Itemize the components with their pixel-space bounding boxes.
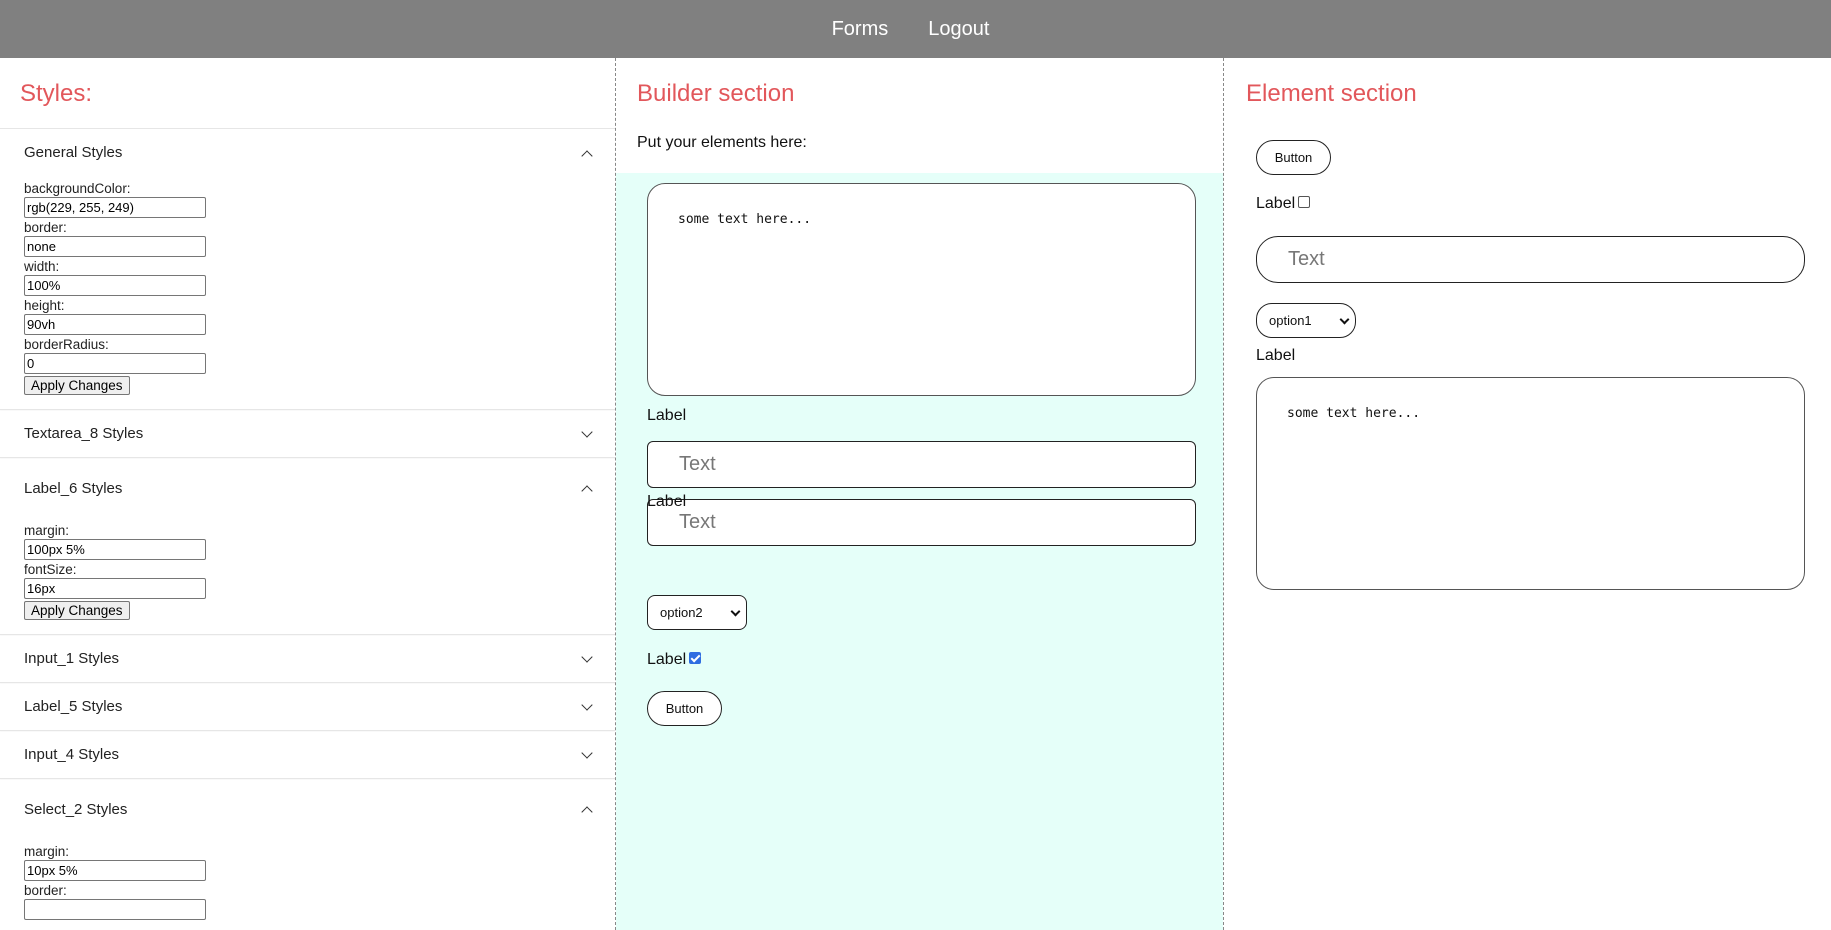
accordion-header-general[interactable]: General Styles bbox=[0, 129, 615, 176]
field-label-border: border: bbox=[24, 883, 67, 898]
width-input[interactable] bbox=[24, 275, 206, 296]
element-panel: Element section Button Label Text option… bbox=[1225, 58, 1831, 930]
chevron-up-icon bbox=[580, 481, 594, 495]
builder-checkbox-label: Label bbox=[647, 651, 687, 668]
accordion-general-styles: General Styles backgroundColor: border: … bbox=[0, 128, 615, 409]
select-value: option1 bbox=[1269, 313, 1312, 328]
element-checkbox-label: Label bbox=[1256, 195, 1296, 212]
border-radius-input[interactable] bbox=[24, 353, 206, 374]
builder-title: Builder section bbox=[637, 80, 795, 107]
accordion-header-select2[interactable]: Select_2 Styles bbox=[0, 779, 615, 839]
chevron-down-icon bbox=[580, 652, 594, 666]
border-input[interactable] bbox=[24, 236, 206, 257]
field-label-border-radius: borderRadius: bbox=[24, 337, 109, 352]
builder-label-a: Label bbox=[647, 407, 687, 424]
field-label-font-size: fontSize: bbox=[24, 562, 77, 577]
element-label: Label bbox=[1256, 347, 1296, 364]
element-checkbox[interactable] bbox=[1298, 195, 1311, 208]
field-label-width: width: bbox=[24, 259, 60, 274]
accordion-body-general: backgroundColor: border: width: height: … bbox=[0, 176, 615, 409]
element-text-input[interactable]: Text bbox=[1256, 236, 1805, 283]
accordion-label5-styles: Label_5 Styles bbox=[0, 682, 615, 730]
background-color-input[interactable] bbox=[24, 197, 206, 218]
styles-title: Styles: bbox=[20, 80, 93, 107]
accordion-textarea8-styles: Textarea_8 Styles bbox=[0, 409, 615, 457]
input-placeholder: Text bbox=[679, 453, 716, 475]
field-label-margin: margin: bbox=[24, 523, 70, 538]
accordion-header-input4[interactable]: Input_4 Styles bbox=[0, 731, 615, 778]
builder-instruction: Put your elements here: bbox=[637, 134, 807, 151]
margin-input[interactable] bbox=[24, 860, 206, 881]
builder-checkbox[interactable] bbox=[689, 651, 702, 664]
accordion-select2-styles: Select_2 Styles margin: border: bbox=[0, 778, 615, 930]
field-label-border: border: bbox=[24, 220, 67, 235]
builder-select[interactable]: option2 bbox=[647, 595, 747, 630]
element-select[interactable]: option1 bbox=[1256, 303, 1356, 338]
accordion-header-label: Input_1 Styles bbox=[24, 650, 120, 667]
nav-forms-link[interactable]: Forms bbox=[832, 18, 889, 41]
accordion-body-label6: margin: fontSize: Apply Changes bbox=[0, 518, 615, 634]
font-size-input[interactable] bbox=[24, 578, 206, 599]
accordion-header-textarea8[interactable]: Textarea_8 Styles bbox=[0, 410, 615, 457]
accordion-header-label5[interactable]: Label_5 Styles bbox=[0, 683, 615, 730]
field-label-height: height: bbox=[24, 298, 65, 313]
element-textarea[interactable]: some text here... bbox=[1256, 377, 1805, 590]
builder-text-input-a[interactable]: Text bbox=[647, 499, 1196, 546]
accordion-header-label: General Styles bbox=[24, 144, 123, 161]
styles-accordion: General Styles backgroundColor: border: … bbox=[0, 128, 615, 930]
chevron-up-icon bbox=[580, 146, 594, 160]
height-input[interactable] bbox=[24, 314, 206, 335]
chevron-up-icon bbox=[580, 802, 594, 816]
builder-textarea[interactable]: some text here... bbox=[647, 183, 1196, 396]
margin-input[interactable] bbox=[24, 539, 206, 560]
builder-panel: Builder section Put your elements here: … bbox=[616, 58, 1224, 930]
accordion-label6-styles: Label_6 Styles margin: fontSize: Apply C… bbox=[0, 457, 615, 634]
accordion-input4-styles: Input_4 Styles bbox=[0, 730, 615, 778]
element-button[interactable]: Button bbox=[1256, 140, 1331, 175]
builder-canvas[interactable]: some text here... Label Text Text Label … bbox=[616, 173, 1223, 930]
accordion-input1-styles: Input_1 Styles bbox=[0, 634, 615, 682]
element-checkbox-row: Label bbox=[1256, 195, 1311, 213]
accordion-header-label6[interactable]: Label_6 Styles bbox=[0, 458, 615, 518]
builder-text-input-top[interactable]: Text bbox=[647, 441, 1196, 488]
chevron-down-icon bbox=[580, 748, 594, 762]
nav-logout-link[interactable]: Logout bbox=[928, 18, 989, 41]
input-placeholder: Text bbox=[679, 511, 716, 533]
select-value: option2 bbox=[660, 605, 703, 620]
builder-label-b: Label bbox=[647, 493, 687, 510]
accordion-header-label: Label_5 Styles bbox=[24, 698, 123, 715]
border-input[interactable] bbox=[24, 899, 206, 920]
field-label-background-color: backgroundColor: bbox=[24, 181, 131, 196]
chevron-down-icon bbox=[732, 609, 740, 617]
accordion-header-label: Select_2 Styles bbox=[24, 800, 128, 818]
apply-changes-button[interactable]: Apply Changes bbox=[24, 601, 130, 620]
top-nav-bar: Forms Logout bbox=[0, 0, 1831, 58]
element-title: Element section bbox=[1246, 80, 1417, 107]
builder-button[interactable]: Button bbox=[647, 691, 722, 726]
chevron-down-icon bbox=[1341, 317, 1349, 325]
input-placeholder: Text bbox=[1288, 248, 1325, 270]
chevron-down-icon bbox=[580, 700, 594, 714]
accordion-header-input1[interactable]: Input_1 Styles bbox=[0, 635, 615, 682]
apply-changes-button[interactable]: Apply Changes bbox=[24, 376, 130, 395]
chevron-down-icon bbox=[580, 427, 594, 441]
accordion-body-select2: margin: border: bbox=[0, 839, 615, 930]
accordion-header-label: Textarea_8 Styles bbox=[24, 425, 144, 442]
builder-checkbox-row: Label bbox=[647, 651, 702, 669]
accordion-header-label: Label_6 Styles bbox=[24, 479, 123, 497]
accordion-header-label: Input_4 Styles bbox=[24, 746, 120, 763]
field-label-margin: margin: bbox=[24, 844, 70, 859]
styles-panel: Styles: General Styles backgroundColor: … bbox=[0, 58, 616, 930]
